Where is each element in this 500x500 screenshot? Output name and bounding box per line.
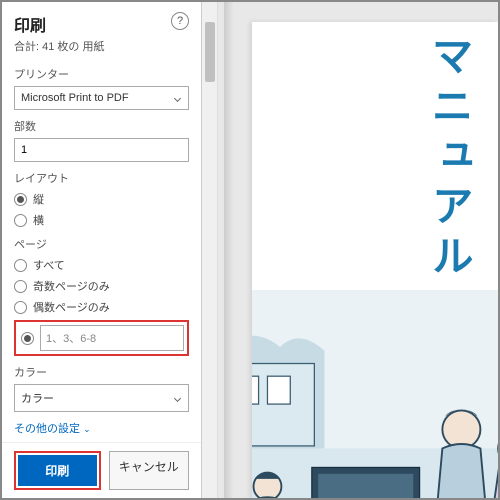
radio-icon: [14, 193, 27, 206]
copies-label: 部数: [14, 118, 189, 134]
copies-input[interactable]: [21, 144, 182, 156]
pages-odd[interactable]: 奇数ページのみ: [14, 278, 189, 294]
color-value: カラー: [21, 390, 54, 406]
printer-value: Microsoft Print to PDF: [21, 92, 129, 104]
pages-custom-input[interactable]: 1、3、6-8: [40, 325, 184, 351]
cancel-button[interactable]: キャンセル: [109, 451, 190, 490]
preview-page: マニュアル: [252, 22, 498, 498]
radio-label: 偶数ページのみ: [33, 299, 110, 315]
print-button[interactable]: 印刷: [18, 455, 97, 486]
layout-portrait[interactable]: 縦: [14, 191, 189, 207]
document-title-vertical: マニュアル: [419, 34, 480, 284]
radio-label: 横: [33, 212, 44, 228]
print-preview: マニュアル: [218, 2, 498, 498]
document-illustration: [252, 290, 498, 498]
layout-landscape[interactable]: 横: [14, 212, 189, 228]
print-button-highlight: 印刷: [14, 451, 101, 490]
layout-label: レイアウト: [14, 170, 189, 186]
page-shadow: [224, 2, 234, 498]
printer-label: プリンター: [14, 66, 189, 82]
radio-icon[interactable]: [21, 332, 34, 345]
pages-all[interactable]: すべて: [14, 257, 189, 273]
copies-input-wrap: [14, 138, 189, 162]
chevron-down-icon: [174, 394, 181, 401]
radio-icon: [14, 280, 27, 293]
panel-scroll[interactable]: 印刷 合計: 41 枚の 用紙 ? プリンター Microsoft Print …: [2, 2, 201, 442]
radio-icon: [14, 214, 27, 227]
color-label: カラー: [14, 364, 189, 380]
radio-icon: [14, 301, 27, 314]
print-panel: 印刷 合計: 41 枚の 用紙 ? プリンター Microsoft Print …: [2, 2, 202, 498]
more-settings-link[interactable]: その他の設定 ⌄: [14, 420, 189, 436]
footer: 印刷 キャンセル: [2, 442, 201, 498]
pages-custom-highlight: 1、3、6-8: [14, 320, 189, 356]
radio-icon: [14, 259, 27, 272]
dialog-title: 印刷: [14, 12, 104, 36]
radio-label: すべて: [33, 257, 65, 273]
pages-even[interactable]: 偶数ページのみ: [14, 299, 189, 315]
pages-label: ページ: [14, 236, 189, 252]
color-select[interactable]: カラー: [14, 384, 189, 412]
printer-select[interactable]: Microsoft Print to PDF: [14, 86, 189, 110]
preview-scrollbar[interactable]: [202, 2, 218, 498]
scrollbar-thumb[interactable]: [205, 22, 215, 82]
radio-label: 奇数ページのみ: [33, 278, 110, 294]
radio-label: 縦: [33, 191, 44, 207]
help-icon[interactable]: ?: [171, 12, 189, 30]
chevron-down-icon: [174, 94, 181, 101]
sheet-count: 合計: 41 枚の 用紙: [14, 38, 104, 54]
